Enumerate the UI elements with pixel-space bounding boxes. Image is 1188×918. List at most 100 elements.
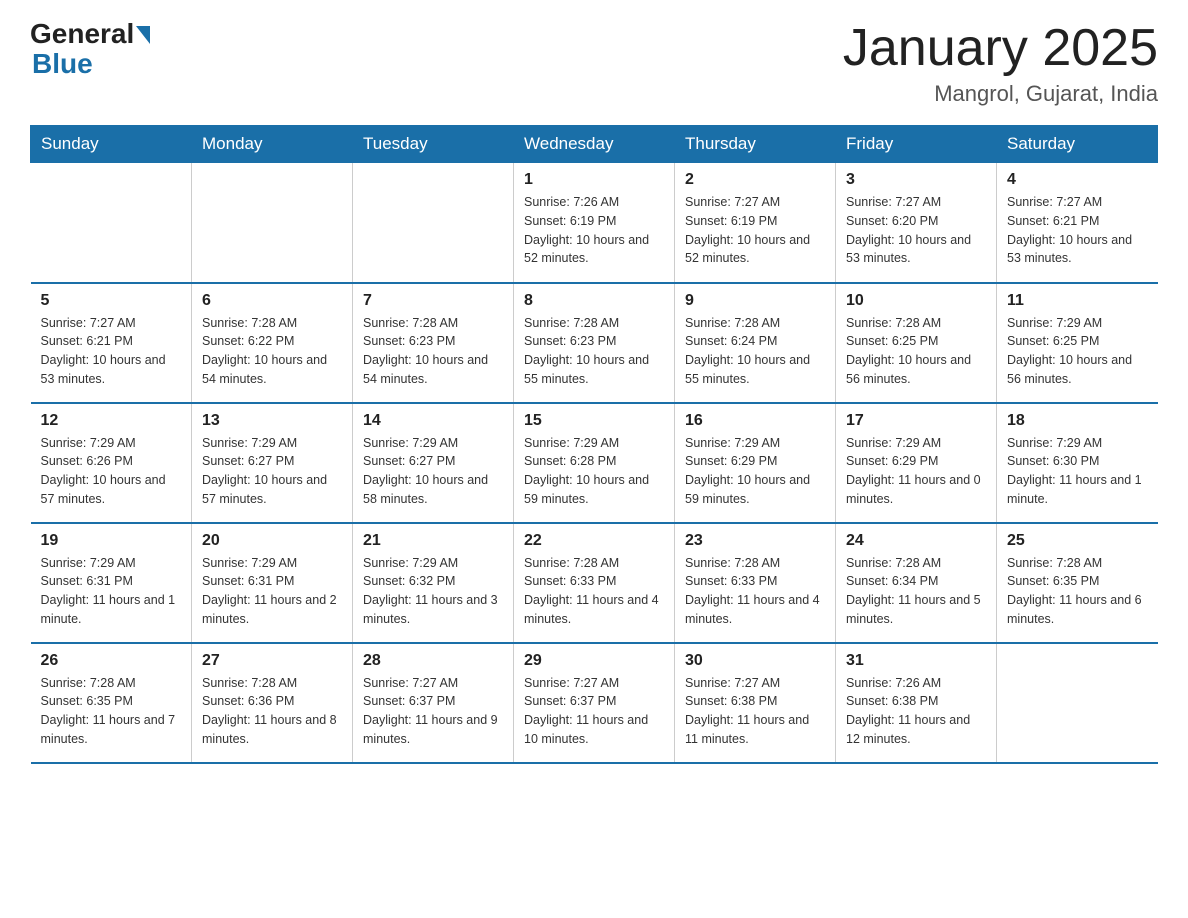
day-number: 8 (524, 292, 664, 310)
calendar-cell: 9 Sunrise: 7:28 AMSunset: 6:24 PMDaylight… (675, 283, 836, 403)
day-info: Sunrise: 7:28 AMSunset: 6:34 PMDaylight:… (846, 554, 986, 629)
calendar-cell: 24 Sunrise: 7:28 AMSunset: 6:34 PMDayligh… (836, 523, 997, 643)
calendar-cell: 20 Sunrise: 7:29 AMSunset: 6:31 PMDayligh… (192, 523, 353, 643)
calendar-cell (192, 163, 353, 283)
day-number: 6 (202, 292, 342, 310)
day-info: Sunrise: 7:29 AMSunset: 6:31 PMDaylight:… (202, 554, 342, 629)
calendar-week-4: 19 Sunrise: 7:29 AMSunset: 6:31 PMDayligh… (31, 523, 1158, 643)
weekday-header-saturday: Saturday (997, 126, 1158, 163)
day-number: 15 (524, 412, 664, 430)
day-number: 20 (202, 532, 342, 550)
day-number: 30 (685, 652, 825, 670)
calendar-cell: 18 Sunrise: 7:29 AMSunset: 6:30 PMDayligh… (997, 403, 1158, 523)
day-info: Sunrise: 7:26 AMSunset: 6:38 PMDaylight:… (846, 674, 986, 749)
calendar-cell (353, 163, 514, 283)
day-info: Sunrise: 7:27 AMSunset: 6:19 PMDaylight:… (685, 193, 825, 268)
day-info: Sunrise: 7:28 AMSunset: 6:35 PMDaylight:… (41, 674, 182, 749)
calendar-cell: 6 Sunrise: 7:28 AMSunset: 6:22 PMDaylight… (192, 283, 353, 403)
calendar-cell: 22 Sunrise: 7:28 AMSunset: 6:33 PMDayligh… (514, 523, 675, 643)
calendar-cell: 19 Sunrise: 7:29 AMSunset: 6:31 PMDayligh… (31, 523, 192, 643)
calendar-cell: 11 Sunrise: 7:29 AMSunset: 6:25 PMDayligh… (997, 283, 1158, 403)
calendar-cell: 14 Sunrise: 7:29 AMSunset: 6:27 PMDayligh… (353, 403, 514, 523)
calendar-cell: 3 Sunrise: 7:27 AMSunset: 6:20 PMDaylight… (836, 163, 997, 283)
day-number: 28 (363, 652, 503, 670)
day-number: 14 (363, 412, 503, 430)
day-number: 12 (41, 412, 182, 430)
calendar-week-3: 12 Sunrise: 7:29 AMSunset: 6:26 PMDayligh… (31, 403, 1158, 523)
day-info: Sunrise: 7:28 AMSunset: 6:33 PMDaylight:… (685, 554, 825, 629)
day-number: 27 (202, 652, 342, 670)
day-number: 26 (41, 652, 182, 670)
calendar-cell: 17 Sunrise: 7:29 AMSunset: 6:29 PMDayligh… (836, 403, 997, 523)
weekday-header-monday: Monday (192, 126, 353, 163)
day-info: Sunrise: 7:28 AMSunset: 6:36 PMDaylight:… (202, 674, 342, 749)
day-number: 23 (685, 532, 825, 550)
day-number: 1 (524, 171, 664, 189)
calendar-cell: 23 Sunrise: 7:28 AMSunset: 6:33 PMDayligh… (675, 523, 836, 643)
day-info: Sunrise: 7:29 AMSunset: 6:29 PMDaylight:… (685, 434, 825, 509)
day-info: Sunrise: 7:29 AMSunset: 6:28 PMDaylight:… (524, 434, 664, 509)
day-info: Sunrise: 7:27 AMSunset: 6:37 PMDaylight:… (524, 674, 664, 749)
calendar-cell: 2 Sunrise: 7:27 AMSunset: 6:19 PMDaylight… (675, 163, 836, 283)
day-number: 21 (363, 532, 503, 550)
day-info: Sunrise: 7:27 AMSunset: 6:38 PMDaylight:… (685, 674, 825, 749)
day-info: Sunrise: 7:28 AMSunset: 6:22 PMDaylight:… (202, 314, 342, 389)
calendar-cell: 5 Sunrise: 7:27 AMSunset: 6:21 PMDaylight… (31, 283, 192, 403)
calendar-cell: 13Sunrise: 7:29 AMSunset: 6:27 PMDayligh… (192, 403, 353, 523)
day-number: 18 (1007, 412, 1148, 430)
calendar-cell (31, 163, 192, 283)
weekday-header-sunday: Sunday (31, 126, 192, 163)
day-number: 24 (846, 532, 986, 550)
day-info: Sunrise: 7:29 AMSunset: 6:25 PMDaylight:… (1007, 314, 1148, 389)
logo-arrow-icon (136, 26, 150, 44)
day-info: Sunrise: 7:29 AMSunset: 6:30 PMDaylight:… (1007, 434, 1148, 509)
calendar-cell: 7 Sunrise: 7:28 AMSunset: 6:23 PMDaylight… (353, 283, 514, 403)
calendar-cell: 21 Sunrise: 7:29 AMSunset: 6:32 PMDayligh… (353, 523, 514, 643)
day-number: 9 (685, 292, 825, 310)
day-number: 22 (524, 532, 664, 550)
calendar-cell: 16Sunrise: 7:29 AMSunset: 6:29 PMDayligh… (675, 403, 836, 523)
day-info: Sunrise: 7:29 AMSunset: 6:32 PMDaylight:… (363, 554, 503, 629)
calendar-cell: 31 Sunrise: 7:26 AMSunset: 6:38 PMDayligh… (836, 643, 997, 763)
day-info: Sunrise: 7:27 AMSunset: 6:21 PMDaylight:… (41, 314, 182, 389)
location-text: Mangrol, Gujarat, India (843, 81, 1158, 107)
calendar-cell: 12 Sunrise: 7:29 AMSunset: 6:26 PMDayligh… (31, 403, 192, 523)
day-info: Sunrise: 7:28 AMSunset: 6:25 PMDaylight:… (846, 314, 986, 389)
day-info: Sunrise: 7:27 AMSunset: 6:20 PMDaylight:… (846, 193, 986, 268)
day-number: 17 (846, 412, 986, 430)
weekday-header-wednesday: Wednesday (514, 126, 675, 163)
day-info: Sunrise: 7:29 AMSunset: 6:31 PMDaylight:… (41, 554, 182, 629)
day-info: Sunrise: 7:29 AMSunset: 6:27 PMDaylight:… (363, 434, 503, 509)
calendar-cell: 28Sunrise: 7:27 AMSunset: 6:37 PMDayligh… (353, 643, 514, 763)
calendar-cell: 1 Sunrise: 7:26 AMSunset: 6:19 PMDaylight… (514, 163, 675, 283)
calendar-cell: 8 Sunrise: 7:28 AMSunset: 6:23 PMDaylight… (514, 283, 675, 403)
calendar-cell: 15 Sunrise: 7:29 AMSunset: 6:28 PMDayligh… (514, 403, 675, 523)
day-info: Sunrise: 7:29 AMSunset: 6:26 PMDaylight:… (41, 434, 182, 509)
day-info: Sunrise: 7:28 AMSunset: 6:23 PMDaylight:… (524, 314, 664, 389)
calendar-cell: 30 Sunrise: 7:27 AMSunset: 6:38 PMDayligh… (675, 643, 836, 763)
month-title: January 2025 (843, 20, 1158, 77)
day-number: 31 (846, 652, 986, 670)
day-info: Sunrise: 7:27 AMSunset: 6:21 PMDaylight:… (1007, 193, 1148, 268)
calendar-week-5: 26 Sunrise: 7:28 AMSunset: 6:35 PMDayligh… (31, 643, 1158, 763)
day-info: Sunrise: 7:29 AMSunset: 6:29 PMDaylight:… (846, 434, 986, 509)
day-info: Sunrise: 7:28 AMSunset: 6:35 PMDaylight:… (1007, 554, 1148, 629)
day-info: Sunrise: 7:28 AMSunset: 6:23 PMDaylight:… (363, 314, 503, 389)
calendar-week-1: 1 Sunrise: 7:26 AMSunset: 6:19 PMDaylight… (31, 163, 1158, 283)
day-number: 11 (1007, 292, 1148, 310)
day-number: 3 (846, 171, 986, 189)
day-info: Sunrise: 7:28 AMSunset: 6:24 PMDaylight:… (685, 314, 825, 389)
day-number: 4 (1007, 171, 1148, 189)
page-header: General Blue January 2025 Mangrol, Gujar… (30, 20, 1158, 107)
day-number: 19 (41, 532, 182, 550)
day-number: 2 (685, 171, 825, 189)
day-info: Sunrise: 7:28 AMSunset: 6:33 PMDaylight:… (524, 554, 664, 629)
day-info: Sunrise: 7:26 AMSunset: 6:19 PMDaylight:… (524, 193, 664, 268)
calendar-cell: 29 Sunrise: 7:27 AMSunset: 6:37 PMDayligh… (514, 643, 675, 763)
day-number: 7 (363, 292, 503, 310)
calendar-cell: 10Sunrise: 7:28 AMSunset: 6:25 PMDayligh… (836, 283, 997, 403)
day-number: 29 (524, 652, 664, 670)
calendar-table: SundayMondayTuesdayWednesdayThursdayFrid… (30, 125, 1158, 764)
calendar-cell (997, 643, 1158, 763)
day-number: 5 (41, 292, 182, 310)
